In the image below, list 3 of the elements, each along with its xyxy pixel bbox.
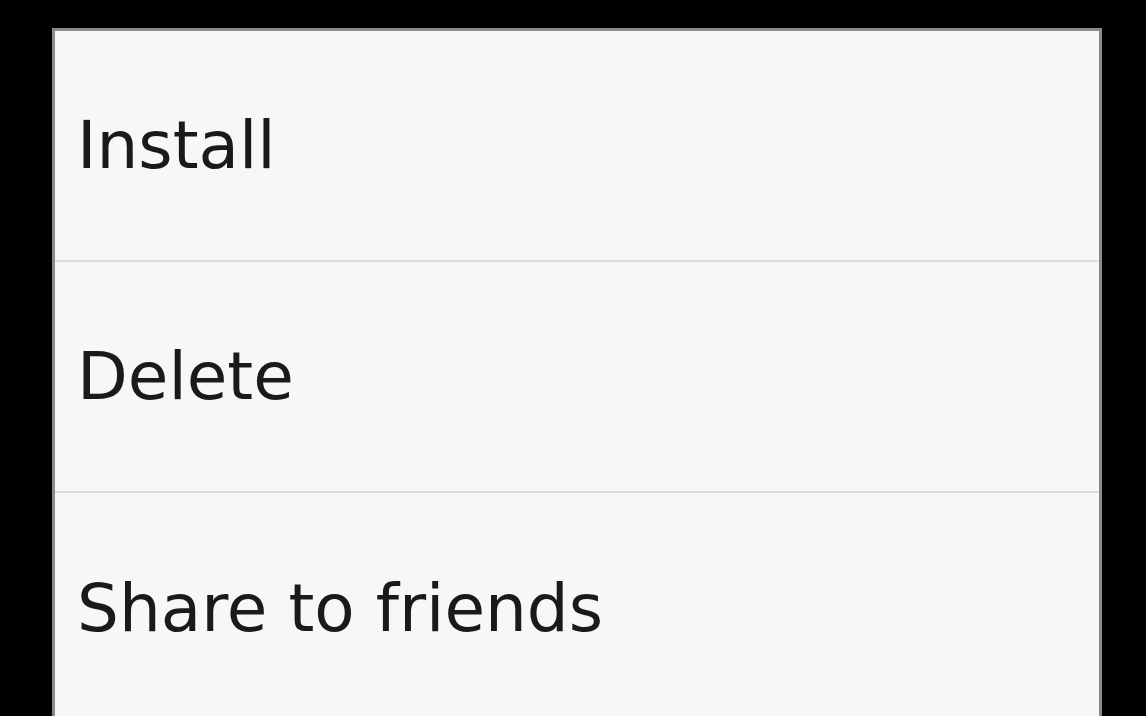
menu-item[interactable]: Install [55, 31, 1099, 262]
menu-item[interactable]: Share to friends [55, 493, 1099, 716]
menu-item[interactable]: Delete [55, 262, 1099, 493]
